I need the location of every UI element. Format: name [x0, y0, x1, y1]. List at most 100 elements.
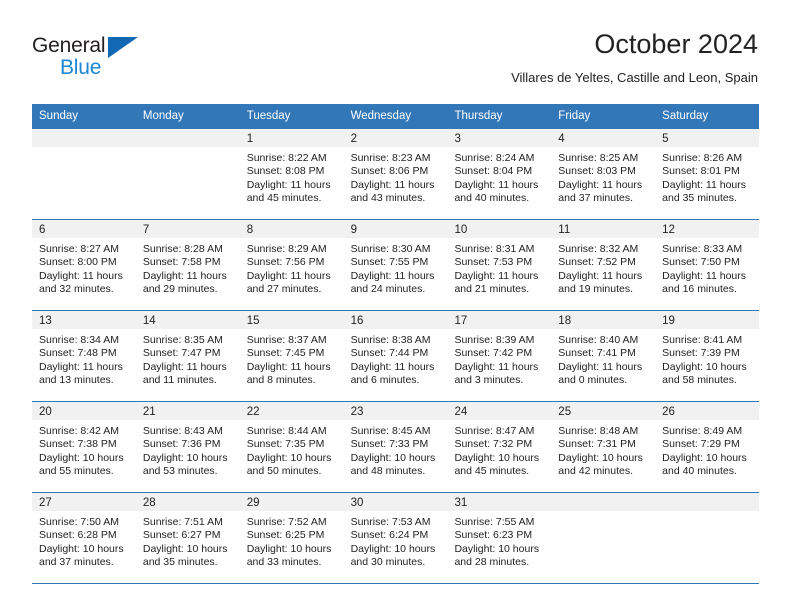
- day-cell[interactable]: 13 Sunrise: 8:34 AM Sunset: 7:48 PM Dayl…: [32, 311, 136, 401]
- sunrise-text: Sunrise: 8:23 AM: [350, 152, 431, 164]
- day-cell[interactable]: 1 Sunrise: 8:22 AM Sunset: 8:08 PM Dayli…: [239, 129, 344, 219]
- daylight-text-line2: and 42 minutes.: [558, 465, 634, 478]
- day-cell[interactable]: 22 Sunrise: 8:44 AM Sunset: 7:35 PM Dayl…: [239, 402, 344, 492]
- day-details: Sunrise: 8:24 AM Sunset: 8:04 PM Dayligh…: [447, 147, 551, 206]
- sunrise-text: Sunrise: 8:47 AM: [454, 425, 535, 437]
- title-block: October 2024 Villares de Yeltes, Castill…: [511, 28, 758, 85]
- sunset-text: Sunset: 7:58 PM: [142, 256, 221, 269]
- day-details: Sunrise: 8:27 AM Sunset: 8:00 PM Dayligh…: [32, 238, 136, 297]
- daylight-text-line1: Daylight: 10 hours: [662, 360, 747, 373]
- day-number: 26: [655, 402, 760, 420]
- day-number: 16: [343, 311, 448, 329]
- day-cell[interactable]: [655, 493, 760, 583]
- weekday-header-sunday: Sunday: [39, 110, 79, 122]
- day-cell[interactable]: [32, 129, 136, 219]
- daylight-text-line1: Daylight: 11 hours: [350, 360, 435, 373]
- daylight-text-line2: and 43 minutes.: [350, 192, 426, 205]
- page-header: General Blue October 2024 Villares de Ye…: [32, 28, 758, 98]
- day-cell[interactable]: 17 Sunrise: 8:39 AM Sunset: 7:42 PM Dayl…: [447, 311, 552, 401]
- day-cell[interactable]: 11 Sunrise: 8:32 AM Sunset: 7:52 PM Dayl…: [551, 220, 656, 310]
- daylight-text-line2: and 19 minutes.: [558, 283, 634, 296]
- day-cell[interactable]: 28 Sunrise: 7:51 AM Sunset: 6:27 PM Dayl…: [135, 493, 240, 583]
- logo-text-blue: Blue: [60, 56, 102, 79]
- sunrise-text: Sunrise: 8:43 AM: [142, 425, 223, 437]
- day-details: Sunrise: 8:35 AM Sunset: 7:47 PM Dayligh…: [136, 329, 240, 388]
- daylight-text-line2: and 11 minutes.: [142, 374, 217, 387]
- sunrise-text: Sunrise: 8:24 AM: [454, 152, 535, 164]
- logo-text-general: General: [32, 34, 106, 57]
- daylight-text-line1: Daylight: 10 hours: [454, 542, 540, 555]
- daylight-text-line2: and 21 minutes.: [454, 283, 530, 296]
- day-cell[interactable]: 12 Sunrise: 8:33 AM Sunset: 7:50 PM Dayl…: [655, 220, 760, 310]
- sunset-text: Sunset: 7:53 PM: [454, 256, 533, 269]
- day-cell[interactable]: 6 Sunrise: 8:27 AM Sunset: 8:00 PM Dayli…: [32, 220, 136, 310]
- sunrise-text: Sunrise: 8:32 AM: [558, 243, 639, 255]
- sunrise-text: Sunrise: 8:25 AM: [558, 152, 639, 164]
- daylight-text-line1: Daylight: 11 hours: [454, 178, 539, 191]
- day-cell[interactable]: 4 Sunrise: 8:25 AM Sunset: 8:03 PM Dayli…: [551, 129, 656, 219]
- day-cell[interactable]: 14 Sunrise: 8:35 AM Sunset: 7:47 PM Dayl…: [135, 311, 240, 401]
- day-number: 18: [551, 311, 656, 329]
- day-cell[interactable]: [135, 129, 240, 219]
- day-cell[interactable]: 25 Sunrise: 8:48 AM Sunset: 7:31 PM Dayl…: [551, 402, 656, 492]
- week-row: 27 Sunrise: 7:50 AM Sunset: 6:28 PM Dayl…: [32, 493, 760, 584]
- weekday-header-tuesday: Tuesday: [246, 110, 291, 122]
- weekday-header-wednesday: Wednesday: [350, 110, 412, 122]
- sunset-text: Sunset: 7:50 PM: [662, 256, 740, 269]
- day-cell[interactable]: 9 Sunrise: 8:30 AM Sunset: 7:55 PM Dayli…: [343, 220, 448, 310]
- sunrise-text: Sunrise: 8:29 AM: [246, 243, 327, 255]
- day-number: 13: [32, 311, 136, 329]
- day-cell[interactable]: 30 Sunrise: 7:53 AM Sunset: 6:24 PM Dayl…: [343, 493, 448, 583]
- day-cell[interactable]: 15 Sunrise: 8:37 AM Sunset: 7:45 PM Dayl…: [239, 311, 344, 401]
- day-number: 6: [32, 220, 136, 238]
- sunset-text: Sunset: 7:56 PM: [246, 256, 325, 269]
- daylight-text-line1: Daylight: 11 hours: [350, 269, 435, 282]
- day-cell[interactable]: 5 Sunrise: 8:26 AM Sunset: 8:01 PM Dayli…: [655, 129, 760, 219]
- day-cell[interactable]: [551, 493, 656, 583]
- sunrise-text: Sunrise: 8:30 AM: [350, 243, 431, 255]
- sunset-text: Sunset: 7:41 PM: [558, 347, 636, 360]
- day-number: 2: [343, 129, 448, 147]
- day-number: 29: [239, 493, 344, 511]
- day-cell[interactable]: 29 Sunrise: 7:52 AM Sunset: 6:25 PM Dayl…: [239, 493, 344, 583]
- day-number: 1: [239, 129, 344, 147]
- week-row: 13 Sunrise: 8:34 AM Sunset: 7:48 PM Dayl…: [32, 311, 760, 402]
- sunset-text: Sunset: 8:08 PM: [246, 165, 325, 178]
- day-cell[interactable]: 24 Sunrise: 8:47 AM Sunset: 7:32 PM Dayl…: [447, 402, 552, 492]
- day-cell[interactable]: 10 Sunrise: 8:31 AM Sunset: 7:53 PM Dayl…: [447, 220, 552, 310]
- sunrise-text: Sunrise: 7:52 AM: [246, 516, 327, 528]
- day-cell[interactable]: 27 Sunrise: 7:50 AM Sunset: 6:28 PM Dayl…: [32, 493, 136, 583]
- day-number: 9: [343, 220, 448, 238]
- daylight-text-line1: Daylight: 11 hours: [454, 360, 539, 373]
- day-details: Sunrise: 8:32 AM Sunset: 7:52 PM Dayligh…: [551, 238, 655, 297]
- sunrise-text: Sunrise: 8:41 AM: [662, 334, 743, 346]
- weekday-header-monday: Monday: [142, 110, 184, 122]
- day-cell[interactable]: 21 Sunrise: 8:43 AM Sunset: 7:36 PM Dayl…: [135, 402, 240, 492]
- sunset-text: Sunset: 7:38 PM: [39, 438, 117, 451]
- day-cell[interactable]: 20 Sunrise: 8:42 AM Sunset: 7:38 PM Dayl…: [32, 402, 136, 492]
- day-details: Sunrise: 8:42 AM Sunset: 7:38 PM Dayligh…: [32, 420, 136, 479]
- day-cell[interactable]: 2 Sunrise: 8:23 AM Sunset: 8:06 PM Dayli…: [343, 129, 448, 219]
- day-cell[interactable]: 18 Sunrise: 8:40 AM Sunset: 7:41 PM Dayl…: [551, 311, 656, 401]
- day-cell[interactable]: 19 Sunrise: 8:41 AM Sunset: 7:39 PM Dayl…: [655, 311, 760, 401]
- day-cell[interactable]: 8 Sunrise: 8:29 AM Sunset: 7:56 PM Dayli…: [239, 220, 344, 310]
- day-details: Sunrise: 7:50 AM Sunset: 6:28 PM Dayligh…: [32, 511, 136, 570]
- day-details: Sunrise: 8:39 AM Sunset: 7:42 PM Dayligh…: [447, 329, 551, 388]
- day-cell[interactable]: 31 Sunrise: 7:55 AM Sunset: 6:23 PM Dayl…: [447, 493, 552, 583]
- daylight-text-line2: and 35 minutes.: [142, 556, 218, 569]
- sunset-text: Sunset: 7:47 PM: [142, 347, 221, 360]
- day-number: 21: [135, 402, 240, 420]
- sunrise-text: Sunrise: 8:48 AM: [558, 425, 639, 437]
- sunrise-text: Sunrise: 8:33 AM: [662, 243, 743, 255]
- day-cell[interactable]: 16 Sunrise: 8:38 AM Sunset: 7:44 PM Dayl…: [343, 311, 448, 401]
- day-number: 10: [447, 220, 552, 238]
- day-cell[interactable]: 26 Sunrise: 8:49 AM Sunset: 7:29 PM Dayl…: [655, 402, 760, 492]
- day-cell[interactable]: 7 Sunrise: 8:28 AM Sunset: 7:58 PM Dayli…: [135, 220, 240, 310]
- day-cell[interactable]: 23 Sunrise: 8:45 AM Sunset: 7:33 PM Dayl…: [343, 402, 448, 492]
- day-number: 17: [447, 311, 552, 329]
- calendar-grid: Sunday Monday Tuesday Wednesday Thursday…: [32, 104, 760, 584]
- sunrise-text: Sunrise: 8:40 AM: [558, 334, 639, 346]
- day-cell[interactable]: 3 Sunrise: 8:24 AM Sunset: 8:04 PM Dayli…: [447, 129, 552, 219]
- daylight-text-line1: Daylight: 10 hours: [39, 542, 124, 555]
- day-number: 28: [135, 493, 240, 511]
